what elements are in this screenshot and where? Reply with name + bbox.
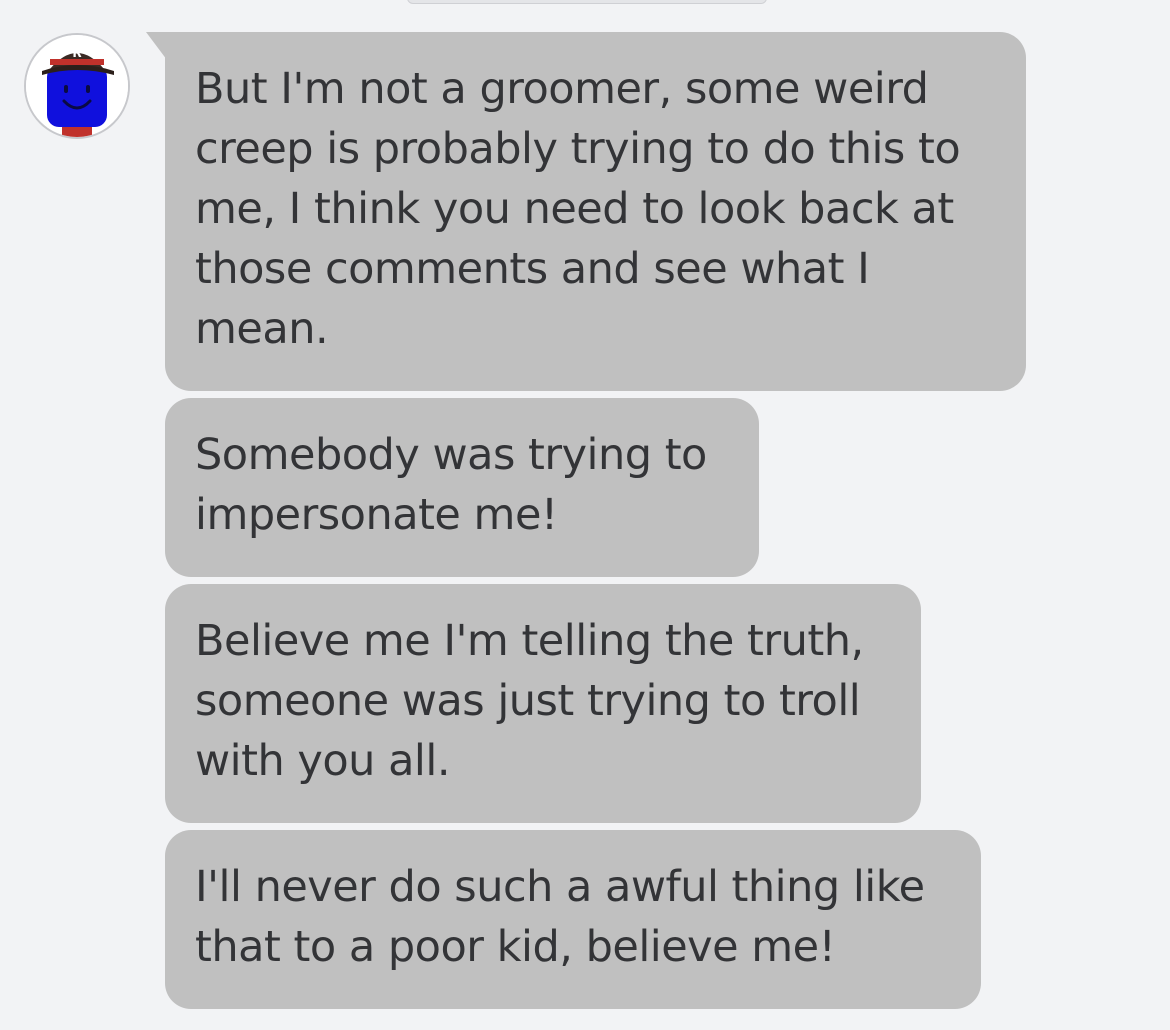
- previous-message-edge: [407, 0, 767, 4]
- message-bubble: I'll never do such a awful thing like th…: [165, 830, 981, 1009]
- message-text: I'll never do such a awful thing like th…: [195, 862, 925, 972]
- roblox-avatar-icon: R: [26, 35, 128, 137]
- message-text: Somebody was trying to impersonate me!: [195, 430, 707, 540]
- svg-text:R: R: [72, 46, 81, 60]
- avatar[interactable]: R: [24, 33, 130, 139]
- message-bubble: But I'm not a groomer, some weird creep …: [165, 32, 1026, 391]
- message-bubble: Somebody was trying to impersonate me!: [165, 398, 759, 577]
- message-bubble: Believe me I'm telling the truth, someon…: [165, 584, 921, 823]
- message-text: But I'm not a groomer, some weird creep …: [195, 64, 961, 354]
- message-text: Believe me I'm telling the truth, someon…: [195, 616, 864, 786]
